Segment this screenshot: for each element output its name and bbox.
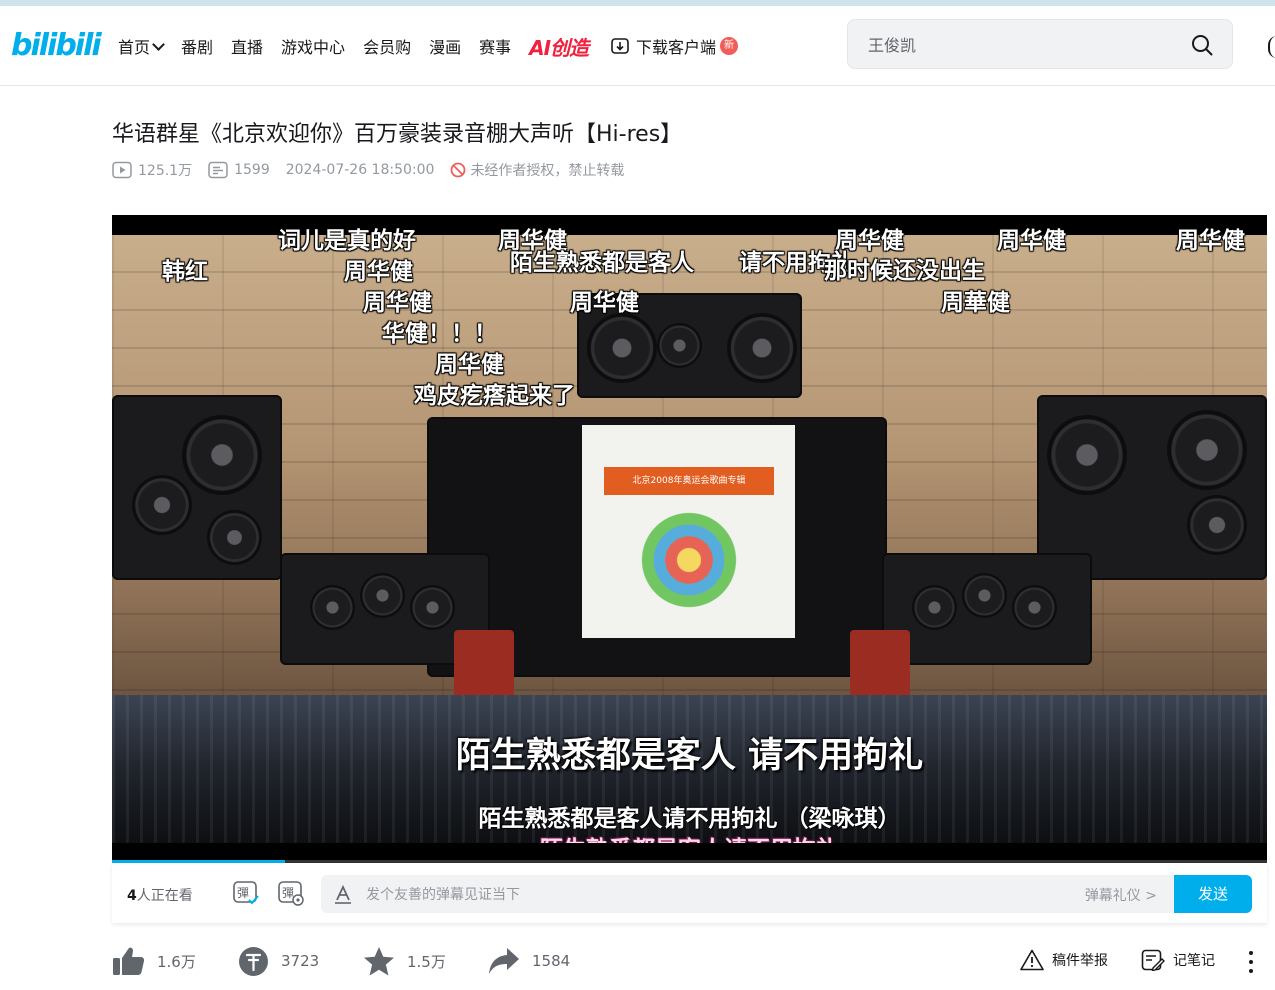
subtitle-main: 陌生熟悉都是客人 请不用拘礼 (455, 736, 924, 776)
coin-icon (239, 946, 268, 976)
danmaku-comment: 周华健 (344, 259, 413, 285)
new-badge: 新 (720, 37, 739, 55)
danmaku-comment: 那时候还没出生 (824, 258, 985, 284)
nav-live[interactable]: 直播 (231, 34, 263, 58)
danmaku-comment: 陌生熟悉都是客人 (510, 250, 694, 276)
copyright-text: 未经作者授权，禁止转载 (470, 163, 625, 179)
svg-text:彈: 彈 (282, 886, 294, 900)
album-cover-text: 北京2008年奥运会歌曲专辑 (604, 467, 774, 495)
video-meta: 125.1万 1599 2024-07-26 18:50:00 未经作者授权，禁… (112, 160, 640, 180)
danmaku-comment: 鸡皮疙瘩起来了 (414, 383, 575, 409)
view-count-value: 125.1万 (138, 163, 193, 179)
danmaku-comment: 华健！！！ (382, 321, 497, 347)
nav-ai-create[interactable]: AI创造 (529, 32, 589, 61)
download-label: 下载客户端 (636, 38, 717, 57)
search-box (847, 19, 1233, 69)
chevron-down-icon (152, 37, 165, 51)
share-count: 1584 (532, 952, 571, 970)
nav-esports[interactable]: 赛事 (479, 34, 511, 58)
more-options-icon[interactable] (1248, 949, 1254, 973)
subtitle-secondary: 陌生熟悉都是客人请不用拘礼 （梁咏琪） (478, 806, 901, 832)
copyright-notice: 未经作者授权，禁止转载 (450, 160, 624, 180)
thumbs-up-icon (113, 947, 145, 975)
danmaku-comment: 周华健 (363, 290, 432, 316)
nav-vip-shop[interactable]: 会员购 (363, 34, 411, 58)
danmaku-input-box: 弹幕礼仪 > (321, 875, 1173, 913)
danmaku-comment: 周华健 (997, 228, 1066, 254)
left-small-speaker (454, 630, 514, 700)
coin-button[interactable]: 3723 (238, 943, 319, 979)
notes-label: 记笔记 (1173, 953, 1215, 969)
left-tower-speaker (112, 395, 282, 580)
report-button[interactable]: 稿件举报 (1020, 949, 1108, 971)
search-icon[interactable] (1190, 33, 1214, 57)
album-cover-display: 北京2008年奥运会歌曲专辑 (582, 425, 795, 638)
svg-text:彈: 彈 (237, 886, 249, 900)
nav-home[interactable]: 首页 (118, 34, 165, 58)
watching-suffix: 人正在看 (136, 888, 193, 904)
right-nearfield-monitor (882, 553, 1092, 665)
danmaku-comment: 韩红 (162, 259, 208, 285)
nav-home-label: 首页 (118, 38, 151, 57)
favorite-button[interactable]: 1.5万 (363, 943, 446, 979)
view-count: 125.1万 (112, 160, 192, 180)
bilibili-logo[interactable]: bilibili (11, 28, 102, 63)
forbidden-icon (451, 162, 466, 178)
watching-number: 4 (127, 888, 137, 904)
danmaku-toggle-icon[interactable]: 彈 (232, 879, 260, 907)
share-button[interactable]: 1584 (488, 943, 570, 979)
video-player[interactable]: 北京2008年奥运会歌曲专辑 词儿是真的好 周华健 周华健 周华健 周华健 韩红… (112, 215, 1267, 863)
danmaku-count-value: 1599 (234, 162, 270, 178)
star-icon (364, 946, 394, 975)
download-icon (611, 38, 629, 54)
danmaku-comment: 周華健 (941, 290, 1010, 316)
danmaku-comment: 周华健 (570, 290, 639, 316)
coin-count: 3723 (281, 952, 320, 970)
danmaku-settings-icon[interactable]: 彈 (277, 879, 305, 907)
top-header: bilibili 首页 番剧 直播 游戏中心 会员购 漫画 赛事 AI创造 下载… (0, 6, 1275, 86)
right-small-speaker (850, 630, 910, 700)
danmaku-count-icon (208, 161, 228, 179)
nav-manga[interactable]: 漫画 (429, 34, 461, 58)
play-count-icon (112, 161, 132, 179)
video-title: 华语群星《北京欢迎你》百万豪装录音棚大声听【Hi-res】 (112, 122, 683, 147)
note-icon (1141, 949, 1165, 971)
video-frame: 北京2008年奥运会歌曲专辑 词儿是真的好 周华健 周华健 周华健 周华健 韩红… (112, 228, 1267, 843)
report-label: 稿件举报 (1052, 953, 1108, 969)
album-swirl-graphic (634, 505, 744, 615)
danmaku-comment: 词儿是真的好 (278, 228, 416, 254)
video-actions: 1.6万 3723 1.5万 1584 稿件举报 记笔记 (112, 943, 1267, 979)
danmaku-comment: 周华健 (1176, 228, 1245, 254)
danmaku-count: 1599 (208, 161, 270, 179)
danmaku-input[interactable] (364, 884, 968, 906)
danmaku-bar: 4人正在看 彈 彈 弹幕礼仪 > 发送 (112, 863, 1267, 923)
send-danmaku-button[interactable]: 发送 (1174, 875, 1252, 913)
publish-time: 2024-07-26 18:50:00 (285, 162, 435, 178)
text-style-icon[interactable] (333, 884, 353, 904)
favorite-count: 1.5万 (407, 952, 446, 971)
like-button[interactable]: 1.6万 (112, 943, 196, 979)
share-arrow-icon (489, 948, 519, 974)
danmaku-comment: 周华健 (435, 352, 504, 378)
search-input[interactable] (866, 33, 1170, 57)
warning-icon (1020, 949, 1044, 971)
nav-anime[interactable]: 番剧 (181, 34, 213, 58)
watching-count: 4人正在看 (127, 885, 193, 905)
nav-game-center[interactable]: 游戏中心 (281, 34, 345, 58)
like-count: 1.6万 (157, 952, 196, 971)
avatar-edge (1268, 36, 1275, 58)
main-nav: 首页 番剧 直播 游戏中心 会员购 漫画 赛事 AI创造 下载客户端 新 (118, 32, 739, 61)
notes-button[interactable]: 记笔记 (1141, 949, 1215, 971)
nav-download-client[interactable]: 下载客户端 新 (610, 34, 739, 58)
danmaku-etiquette-link[interactable]: 弹幕礼仪 > (1085, 885, 1157, 905)
